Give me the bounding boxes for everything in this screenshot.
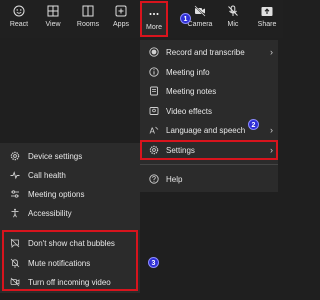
accessibility-label: Accessibility <box>28 209 72 218</box>
help-item[interactable]: Help <box>140 170 278 189</box>
accessibility-icon <box>11 208 19 218</box>
record-transcribe-item[interactable]: Record and transcribe › <box>140 43 278 62</box>
meeting-options-label: Meeting options <box>28 190 85 199</box>
react-label: React <box>9 21 29 28</box>
record-icon <box>149 47 159 57</box>
view-options-highlight <box>2 230 138 291</box>
call-health-label: Call health <box>28 171 66 180</box>
ellipsis-icon <box>149 13 159 15</box>
more-label: More <box>146 24 162 31</box>
video-effects-icon <box>149 107 159 115</box>
rooms-icon <box>82 5 94 17</box>
meeting-options-item[interactable]: Meeting options <box>0 185 140 204</box>
chevron-right-icon: › <box>270 125 273 135</box>
options-sliders-icon <box>11 190 19 198</box>
meeting-info-item[interactable]: Meeting info <box>140 63 278 82</box>
apps-button[interactable]: Apps <box>108 2 134 36</box>
view-button[interactable]: View <box>40 2 66 36</box>
call-health-item[interactable]: Call health <box>0 166 140 185</box>
add-apps-icon <box>115 5 127 17</box>
video-effects-item[interactable]: Video effects <box>140 102 278 121</box>
mic-button[interactable]: Mic <box>220 2 246 36</box>
info-icon <box>149 67 159 77</box>
apps-label: Apps <box>113 21 129 28</box>
smile-icon <box>13 5 25 17</box>
chevron-right-icon: › <box>270 47 273 57</box>
grid-icon <box>47 5 59 17</box>
step-badge-2: 2 <box>248 119 259 130</box>
share-label: Share <box>257 21 277 28</box>
device-gear-icon <box>10 151 20 161</box>
more-button[interactable]: More <box>140 1 168 37</box>
meeting-info-label: Meeting info <box>166 68 210 77</box>
svg-text:A: A <box>150 127 156 136</box>
accessibility-item[interactable]: Accessibility <box>0 204 140 223</box>
share-icon <box>261 7 273 16</box>
more-actions-menu: Record and transcribe › Meeting info Mee… <box>140 40 278 192</box>
step-badge-3: 3 <box>148 257 159 268</box>
help-label: Help <box>166 175 183 184</box>
rooms-label: Rooms <box>76 21 100 28</box>
meeting-notes-item[interactable]: Meeting notes <box>140 82 278 101</box>
device-settings-item[interactable]: Device settings <box>0 147 140 166</box>
device-settings-label: Device settings <box>28 152 83 161</box>
react-button[interactable]: React <box>6 2 32 36</box>
notes-icon <box>150 86 158 96</box>
pulse-icon <box>10 171 20 180</box>
view-label: View <box>45 21 61 28</box>
language-icon: A <box>150 127 159 136</box>
settings-highlight <box>140 140 278 160</box>
share-button[interactable]: Share <box>254 2 280 36</box>
video-effects-label: Video effects <box>166 107 212 116</box>
help-icon <box>149 174 159 184</box>
rooms-button[interactable]: Rooms <box>75 2 101 36</box>
menu-divider <box>140 164 278 165</box>
mic-off-icon <box>228 5 238 16</box>
mic-label: Mic <box>227 21 239 28</box>
record-label: Record and transcribe <box>166 48 245 57</box>
camera-label: Camera <box>187 21 213 28</box>
meeting-notes-label: Meeting notes <box>166 87 217 96</box>
step-badge-1: 1 <box>180 13 191 24</box>
meeting-toolbar: React View Rooms Apps More Camera Mic Sh… <box>0 0 283 38</box>
camera-off-icon <box>194 5 206 17</box>
language-speech-label: Language and speech <box>166 126 246 135</box>
